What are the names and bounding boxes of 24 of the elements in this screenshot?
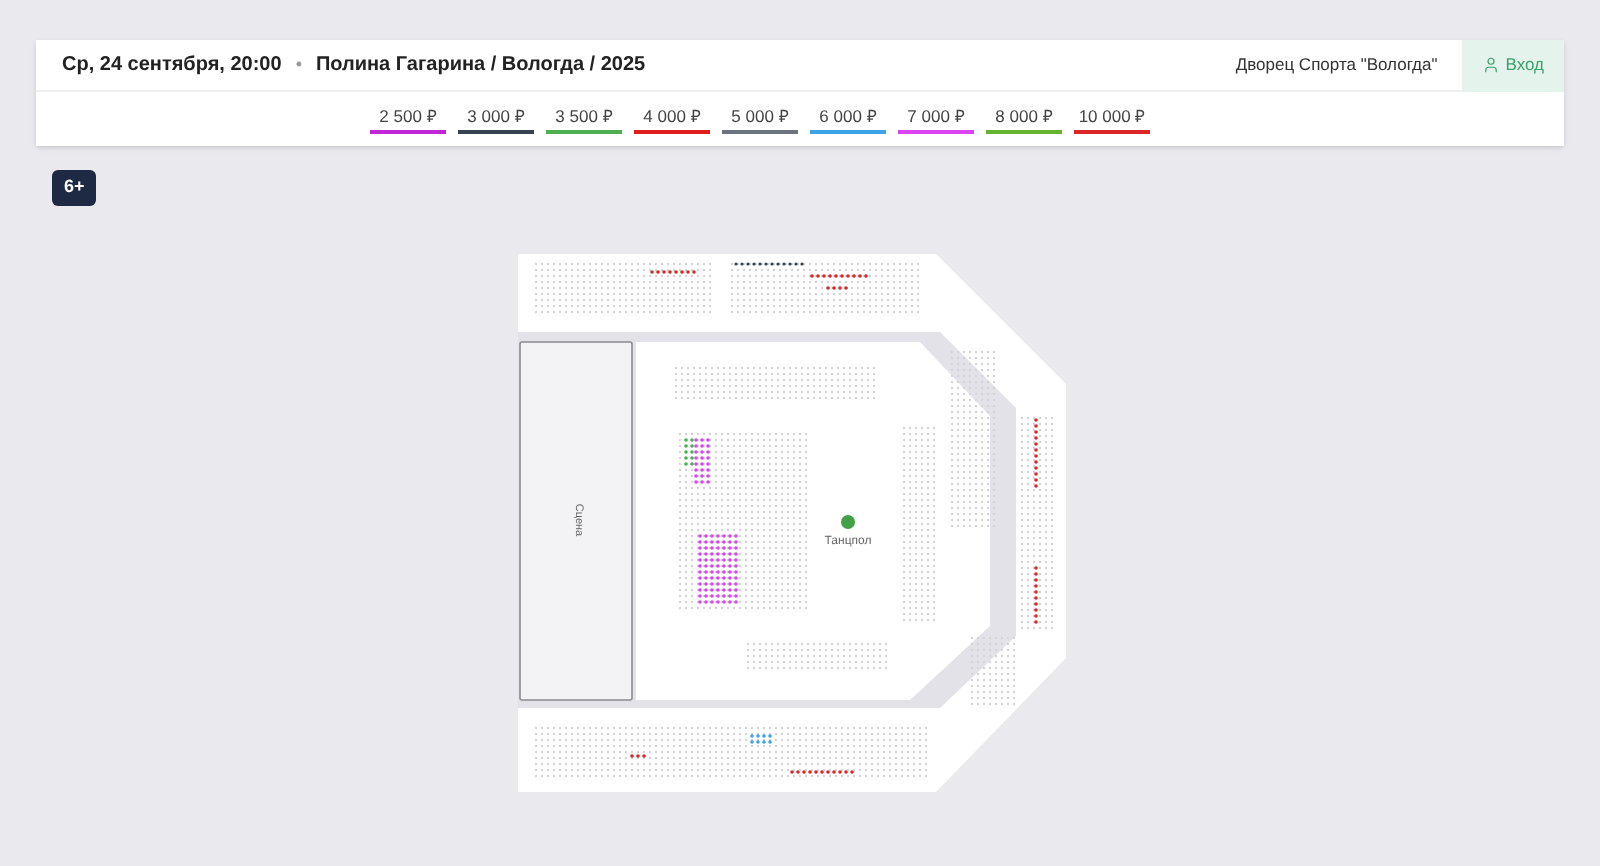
price-filter[interactable]: 8 000 ₽ (986, 105, 1062, 133)
price-label: 6 000 ₽ (819, 105, 877, 127)
venue-name: Дворец Спорта "Вологда" (1235, 52, 1438, 78)
price-label: 7 000 ₽ (907, 105, 965, 127)
price-label: 3 000 ₽ (467, 105, 525, 127)
price-filter[interactable]: 7 000 ₽ (898, 105, 974, 133)
price-filter[interactable]: 3 500 ₽ (546, 105, 622, 133)
user-icon (1481, 56, 1500, 74)
event-title: Полина Гагарина / Вологда / 2025 (315, 52, 646, 80)
price-label: 10 000 ₽ (1078, 105, 1146, 127)
price-label: 8 000 ₽ (995, 105, 1053, 127)
price-label: 5 000 ₽ (731, 105, 789, 127)
price-filter[interactable]: 10 000 ₽ (1074, 105, 1150, 133)
age-rating-badge: 6+ (52, 170, 97, 205)
price-label: 2 500 ₽ (379, 105, 437, 127)
price-filter[interactable]: 5 000 ₽ (722, 105, 798, 133)
separator-dot: • (295, 51, 302, 78)
price-filter[interactable]: 3 000 ₽ (458, 105, 534, 133)
price-filter[interactable]: 6 000 ₽ (810, 105, 886, 133)
price-filter[interactable]: 4 000 ₽ (634, 105, 710, 133)
event-date: Ср, 24 сентября, 20:00 (62, 52, 282, 80)
price-label: 4 000 ₽ (643, 105, 701, 127)
price-label: 3 500 ₽ (555, 105, 613, 127)
price-filter[interactable]: 2 500 ₽ (370, 105, 446, 133)
